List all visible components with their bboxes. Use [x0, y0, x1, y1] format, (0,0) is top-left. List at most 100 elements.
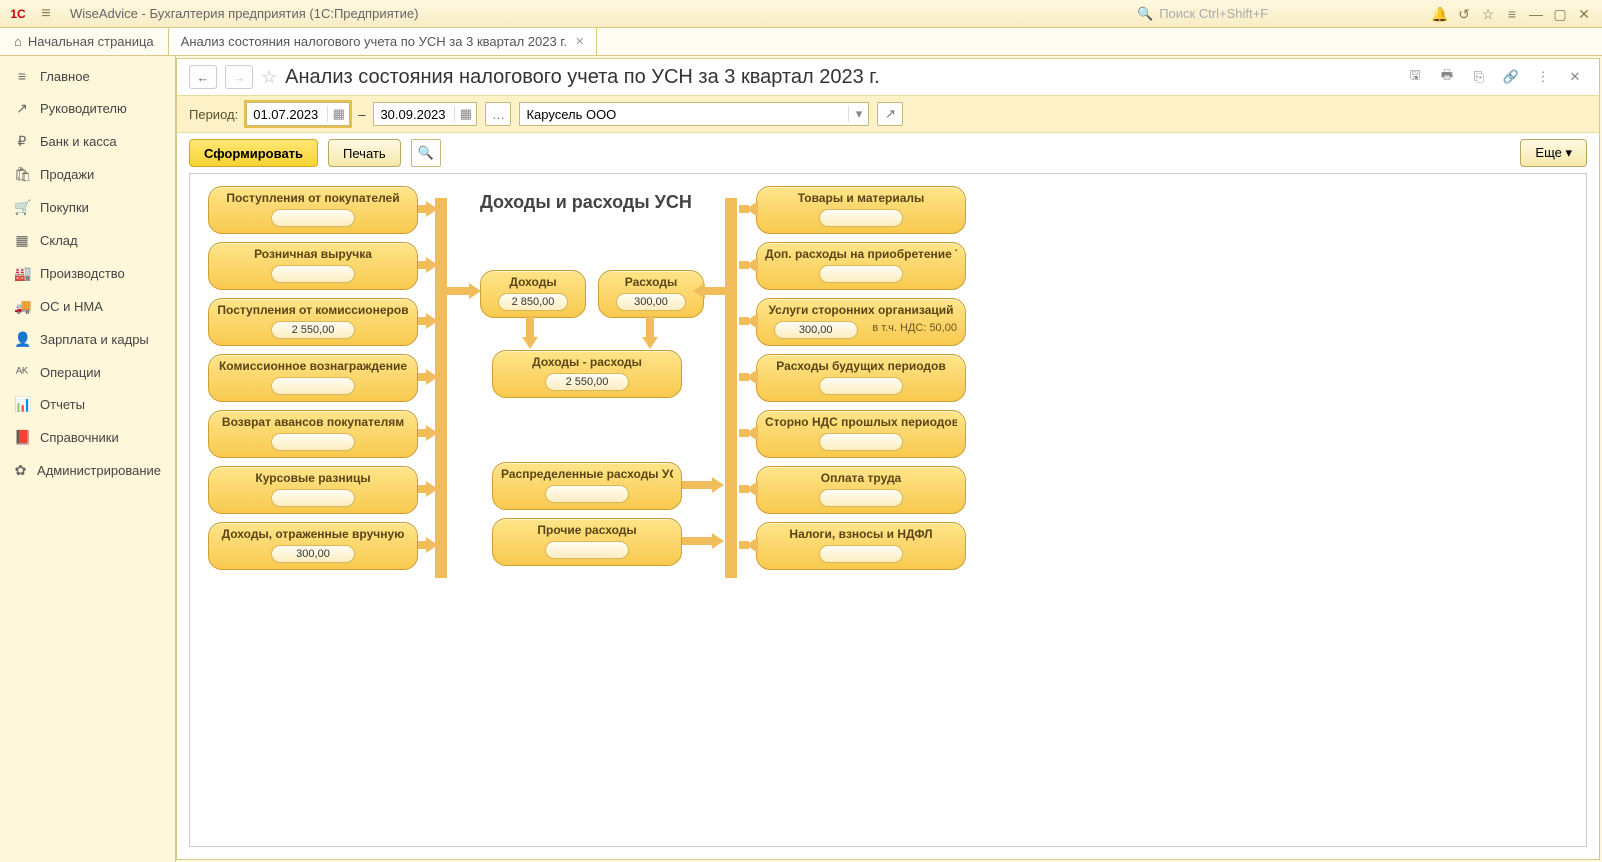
- sidebar-item-4[interactable]: 🛒Покупки: [0, 191, 175, 224]
- value: [271, 489, 355, 507]
- sidebar-item-label: Справочники: [40, 430, 119, 445]
- home-tab[interactable]: ⌂ Начальная страница: [0, 28, 169, 55]
- main-menu-icon[interactable]: ≡: [36, 5, 56, 23]
- maximize-button[interactable]: ▢: [1548, 2, 1572, 26]
- node-distributed[interactable]: Распределенные расходы УСН: [492, 462, 682, 510]
- value: [271, 433, 355, 451]
- nav-back-button[interactable]: ←: [189, 65, 217, 89]
- favorite-icon[interactable]: ☆: [1476, 2, 1500, 26]
- home-tab-label: Начальная страница: [28, 34, 154, 49]
- node-left-0[interactable]: Поступления от покупателей: [208, 186, 418, 234]
- pipe-right: [725, 198, 737, 578]
- value: [819, 433, 903, 451]
- node-right-6[interactable]: Налоги, взносы и НДФЛ: [756, 522, 966, 570]
- kebab-icon[interactable]: ⋮: [1531, 65, 1555, 89]
- sidebar-item-9[interactable]: ᴬᴷОперации: [0, 356, 175, 388]
- node-right-3[interactable]: Расходы будущих периодов: [756, 354, 966, 402]
- sidebar-item-1[interactable]: ↗ Руководителю: [0, 92, 175, 125]
- form-button[interactable]: Сформировать: [189, 139, 318, 167]
- node-right-2[interactable]: Услуги сторонних организаций300,00в т.ч.…: [756, 298, 966, 346]
- tab-current[interactable]: Анализ состояния налогового учета по УСН…: [169, 28, 598, 55]
- node-expense[interactable]: Расходы 300,00: [598, 270, 704, 318]
- node-other[interactable]: Прочие расходы: [492, 518, 682, 566]
- tab-close-icon[interactable]: ✕: [575, 35, 584, 48]
- save-icon[interactable]: 🖫: [1403, 65, 1427, 89]
- page-header: ← → ☆ Анализ состояния налогового учета …: [177, 59, 1599, 95]
- period-select-button[interactable]: …: [485, 102, 511, 126]
- page-title: Анализ состояния налогового учета по УСН…: [285, 66, 880, 89]
- node-right-4[interactable]: Сторно НДС прошлых периодов: [756, 410, 966, 458]
- print-button[interactable]: Печать: [328, 139, 401, 167]
- sidebar-item-12[interactable]: ✿Администрирование: [0, 454, 175, 487]
- date-from-input[interactable]: ▦: [246, 102, 350, 126]
- sidebar-item-label: Склад: [40, 233, 78, 248]
- sidebar-item-8[interactable]: 👤 Зарплата и кадры: [0, 323, 175, 356]
- sidebar-icon: 📕: [14, 429, 30, 446]
- calendar-icon[interactable]: ▦: [454, 106, 476, 122]
- nav-forward-button[interactable]: →: [225, 65, 253, 89]
- app-title: WiseAdvice - Бухгалтерия предприятия (1С…: [70, 6, 418, 21]
- dropdown-icon[interactable]: ▾: [848, 106, 868, 122]
- node-net[interactable]: Доходы - расходы 2 550,00: [492, 350, 682, 398]
- value: 300,00: [616, 293, 686, 311]
- sidebar-item-0[interactable]: ≡Главное: [0, 60, 175, 92]
- node-left-1[interactable]: Розничная выручка: [208, 242, 418, 290]
- sidebar-item-2[interactable]: ₽Банк и касса: [0, 125, 175, 158]
- sidebar-icon: 👤: [14, 331, 30, 348]
- pipe-left: [435, 198, 447, 578]
- value: 300,00: [271, 545, 355, 563]
- node-right-0[interactable]: Товары и материалы: [756, 186, 966, 234]
- sidebar-item-label: Зарплата и кадры: [40, 332, 149, 347]
- link-icon[interactable]: 🔗: [1499, 65, 1523, 89]
- more-button[interactable]: Еще ▾: [1520, 139, 1587, 167]
- sidebar-item-5[interactable]: ▦Склад: [0, 224, 175, 257]
- date-to-input[interactable]: ▦: [373, 102, 477, 126]
- show-settings-button[interactable]: 🔍: [411, 139, 441, 167]
- print-icon[interactable]: 🖶: [1435, 65, 1459, 89]
- history-icon[interactable]: ↺: [1452, 2, 1476, 26]
- diagram: Доходы и расходы УСН Поступления от поку…: [190, 174, 1150, 604]
- report-area[interactable]: Доходы и расходы УСН Поступления от поку…: [189, 173, 1587, 847]
- sidebar-item-label: Производство: [40, 266, 125, 281]
- params-bar: Период: ▦ – ▦ … ▾ ↗: [177, 95, 1599, 133]
- close-button[interactable]: ✕: [1572, 2, 1596, 26]
- date-from-field[interactable]: [247, 107, 327, 122]
- date-to-field[interactable]: [374, 107, 454, 122]
- actions-bar: Сформировать Печать 🔍 Еще ▾: [177, 133, 1599, 173]
- minimize-button[interactable]: —: [1524, 2, 1548, 26]
- node-left-3[interactable]: Комиссионное вознаграждение: [208, 354, 418, 402]
- search-icon: 🔍: [1137, 6, 1153, 22]
- notifications-icon[interactable]: 🔔: [1428, 2, 1452, 26]
- org-open-button[interactable]: ↗: [877, 102, 903, 126]
- node-left-6[interactable]: Доходы, отраженные вручную300,00: [208, 522, 418, 570]
- node-left-5[interactable]: Курсовые разницы: [208, 466, 418, 514]
- sidebar-icon: 🛒: [14, 199, 30, 216]
- calendar-icon[interactable]: ▦: [327, 106, 349, 122]
- global-search[interactable]: 🔍 Поиск Ctrl+Shift+F: [1128, 4, 1428, 24]
- value: 2 550,00: [545, 373, 629, 391]
- bookmark-icon[interactable]: ☆: [261, 67, 277, 88]
- value: [545, 485, 629, 503]
- sidebar-item-label: Продажи: [40, 167, 94, 182]
- close-page-icon[interactable]: ✕: [1563, 65, 1587, 89]
- value: 2 550,00: [271, 321, 355, 339]
- node-left-4[interactable]: Возврат авансов покупателям: [208, 410, 418, 458]
- sidebar-item-label: Руководителю: [40, 101, 127, 116]
- sidebar-item-10[interactable]: 📊Отчеты: [0, 388, 175, 421]
- sidebar: ≡Главное ↗ Руководителю ₽Банк и касса🛍Прода…: [0, 56, 176, 862]
- org-select[interactable]: ▾: [519, 102, 869, 126]
- node-right-5[interactable]: Оплата труда: [756, 466, 966, 514]
- settings-menu-icon[interactable]: ≡: [1500, 2, 1524, 26]
- sidebar-item-11[interactable]: 📕 Справочники: [0, 421, 175, 454]
- export-icon[interactable]: ⎘: [1467, 65, 1491, 89]
- node-income[interactable]: Доходы 2 850,00: [480, 270, 586, 318]
- search-placeholder: Поиск Ctrl+Shift+F: [1159, 6, 1268, 21]
- sidebar-item-6[interactable]: 🏭Производство: [0, 257, 175, 290]
- org-field[interactable]: [520, 107, 848, 122]
- sidebar-item-label: Главное: [40, 69, 90, 84]
- node-right-1[interactable]: Доп. расходы на приобретение ТМЦ: [756, 242, 966, 290]
- sidebar-item-3[interactable]: 🛍Продажи: [0, 158, 175, 191]
- sidebar-icon: ↗: [14, 100, 30, 117]
- node-left-2[interactable]: Поступления от комиссионеров2 550,00: [208, 298, 418, 346]
- sidebar-item-7[interactable]: 🚚ОС и НМА: [0, 290, 175, 323]
